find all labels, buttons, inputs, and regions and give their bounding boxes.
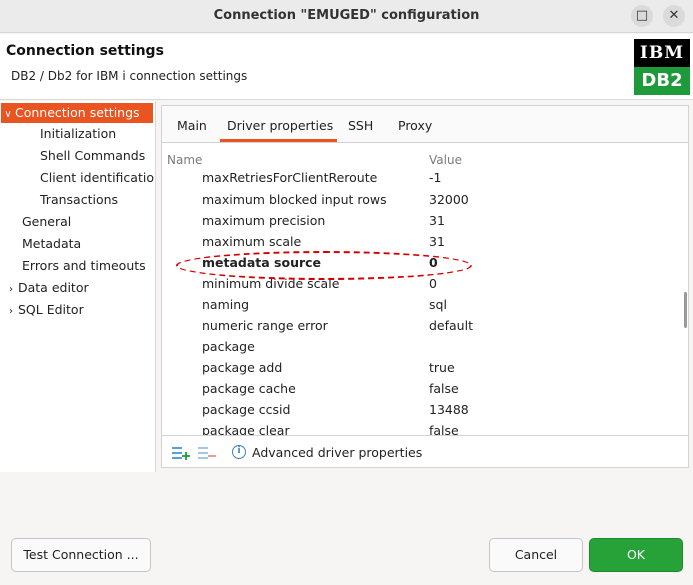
property-name: maximum blocked input rows <box>202 192 387 207</box>
page-title: Connection settings <box>6 43 164 59</box>
property-value[interactable]: false <box>429 420 459 435</box>
property-name: naming <box>202 297 250 312</box>
properties-table: maxRetriesForClientReroute -1 maximum bl… <box>162 172 680 435</box>
property-name: numeric range error <box>202 318 328 333</box>
property-value[interactable]: default <box>429 315 473 336</box>
property-name: maximum precision <box>202 213 326 228</box>
tree-item-label: Connection settings <box>15 105 140 120</box>
title-bar: Connection "EMUGED" configuration □ ✕ <box>0 0 693 33</box>
property-value[interactable]: -1 <box>429 172 441 188</box>
square-icon: □ <box>635 8 649 23</box>
properties-footer: i Advanced driver properties <box>162 435 688 467</box>
highlight-annotation <box>176 251 472 280</box>
property-value[interactable]: 31 <box>429 210 445 231</box>
table-row[interactable]: package <box>162 336 680 357</box>
property-value[interactable]: sql <box>429 294 447 315</box>
ok-button[interactable]: OK <box>589 538 683 572</box>
property-value[interactable]: 0 <box>429 273 437 294</box>
table-row[interactable]: package add true <box>162 357 680 378</box>
table-row[interactable]: maxRetriesForClientReroute -1 <box>162 172 680 188</box>
property-name: package add <box>202 360 283 375</box>
property-name: package cache <box>202 381 296 396</box>
table-row[interactable]: package cache false <box>162 378 680 399</box>
property-value[interactable]: true <box>429 357 455 378</box>
tree-item-label: Client identification <box>40 170 156 185</box>
tree-item-label: Metadata <box>22 236 82 251</box>
tab-main[interactable]: Main <box>177 118 207 133</box>
close-button[interactable]: ✕ <box>663 5 685 27</box>
close-icon: ✕ <box>668 8 680 23</box>
tree-item-connection-settings[interactable]: ∨ Connection settings <box>1 103 153 123</box>
tab-bar: Main Driver properties SSH Proxy <box>162 106 688 143</box>
table-row[interactable]: naming sql <box>162 294 680 315</box>
chevron-right-icon[interactable]: › <box>4 302 18 322</box>
tree-item-data-editor[interactable]: › Data editor <box>4 278 89 298</box>
tree-item-client-identification[interactable]: Client identification <box>40 168 156 188</box>
tree-item-label: Data editor <box>18 280 89 295</box>
window-title: Connection "EMUGED" configuration <box>213 8 480 23</box>
page-header: Connection settings DB2 / Db2 for IBM i … <box>0 34 693 100</box>
table-row[interactable]: maximum precision 31 <box>162 210 680 231</box>
column-header-value[interactable]: Value <box>429 153 462 167</box>
vertical-scrollbar[interactable] <box>684 292 687 328</box>
property-name: package <box>202 339 255 354</box>
tab-ssh[interactable]: SSH <box>348 118 373 133</box>
property-name: maxRetriesForClientReroute <box>202 172 378 185</box>
settings-tree: ∨ Connection settings Initialization Shel… <box>0 101 156 472</box>
page-subtitle: DB2 / Db2 for IBM i connection settings <box>11 69 248 83</box>
property-name: maximum scale <box>202 234 302 249</box>
tree-item-label: General <box>22 214 72 229</box>
add-property-icon[interactable] <box>172 446 190 460</box>
tree-item-metadata[interactable]: Metadata <box>22 234 81 254</box>
tree-item-general[interactable]: General <box>22 212 71 232</box>
tab-driver-properties[interactable]: Driver properties <box>227 118 333 133</box>
tree-item-label: Initialization <box>40 126 117 141</box>
chevron-down-icon[interactable]: ∨ <box>1 105 15 125</box>
logo-db2-text: DB2 <box>634 67 690 95</box>
property-value[interactable]: 31 <box>429 231 445 252</box>
info-icon: i <box>232 445 246 459</box>
tree-item-initialization[interactable]: Initialization <box>40 124 116 144</box>
maximize-button[interactable]: □ <box>631 5 653 27</box>
tree-item-label: Transactions <box>40 192 119 207</box>
table-row[interactable]: package clear false <box>162 420 680 435</box>
active-tab-indicator <box>220 139 337 142</box>
remove-property-icon[interactable] <box>198 446 216 460</box>
property-name: package clear <box>202 423 290 435</box>
property-value[interactable]: false <box>429 378 459 399</box>
property-value[interactable]: 13488 <box>429 399 469 420</box>
property-value[interactable]: 32000 <box>429 189 469 210</box>
advanced-driver-properties-link[interactable]: Advanced driver properties <box>252 445 422 460</box>
tree-item-sql-editor[interactable]: › SQL Editor <box>4 300 84 320</box>
column-header-name[interactable]: Name <box>167 153 202 167</box>
tree-item-label: SQL Editor <box>18 302 84 317</box>
db2-logo: IBM DB2 <box>634 39 690 95</box>
tree-item-label: Shell Commands <box>40 148 146 163</box>
tab-proxy[interactable]: Proxy <box>398 118 432 133</box>
chevron-right-icon[interactable]: › <box>4 280 18 300</box>
tree-item-label: Errors and timeouts <box>22 258 146 273</box>
table-row[interactable]: package ccsid 13488 <box>162 399 680 420</box>
driver-properties-panel: Main Driver properties SSH Proxy Name Va… <box>161 105 689 468</box>
tree-item-shell-commands[interactable]: Shell Commands <box>40 146 145 166</box>
property-name: package ccsid <box>202 402 291 417</box>
table-row[interactable]: numeric range error default <box>162 315 680 336</box>
tree-item-errors-timeouts[interactable]: Errors and timeouts <box>22 256 146 276</box>
cancel-button[interactable]: Cancel <box>489 538 583 572</box>
table-row[interactable]: maximum scale 31 <box>162 231 680 252</box>
test-connection-button[interactable]: Test Connection ... <box>11 538 151 572</box>
table-row[interactable]: maximum blocked input rows 32000 <box>162 189 680 210</box>
tree-item-transactions[interactable]: Transactions <box>40 190 118 210</box>
logo-ibm-text: IBM <box>634 39 690 67</box>
